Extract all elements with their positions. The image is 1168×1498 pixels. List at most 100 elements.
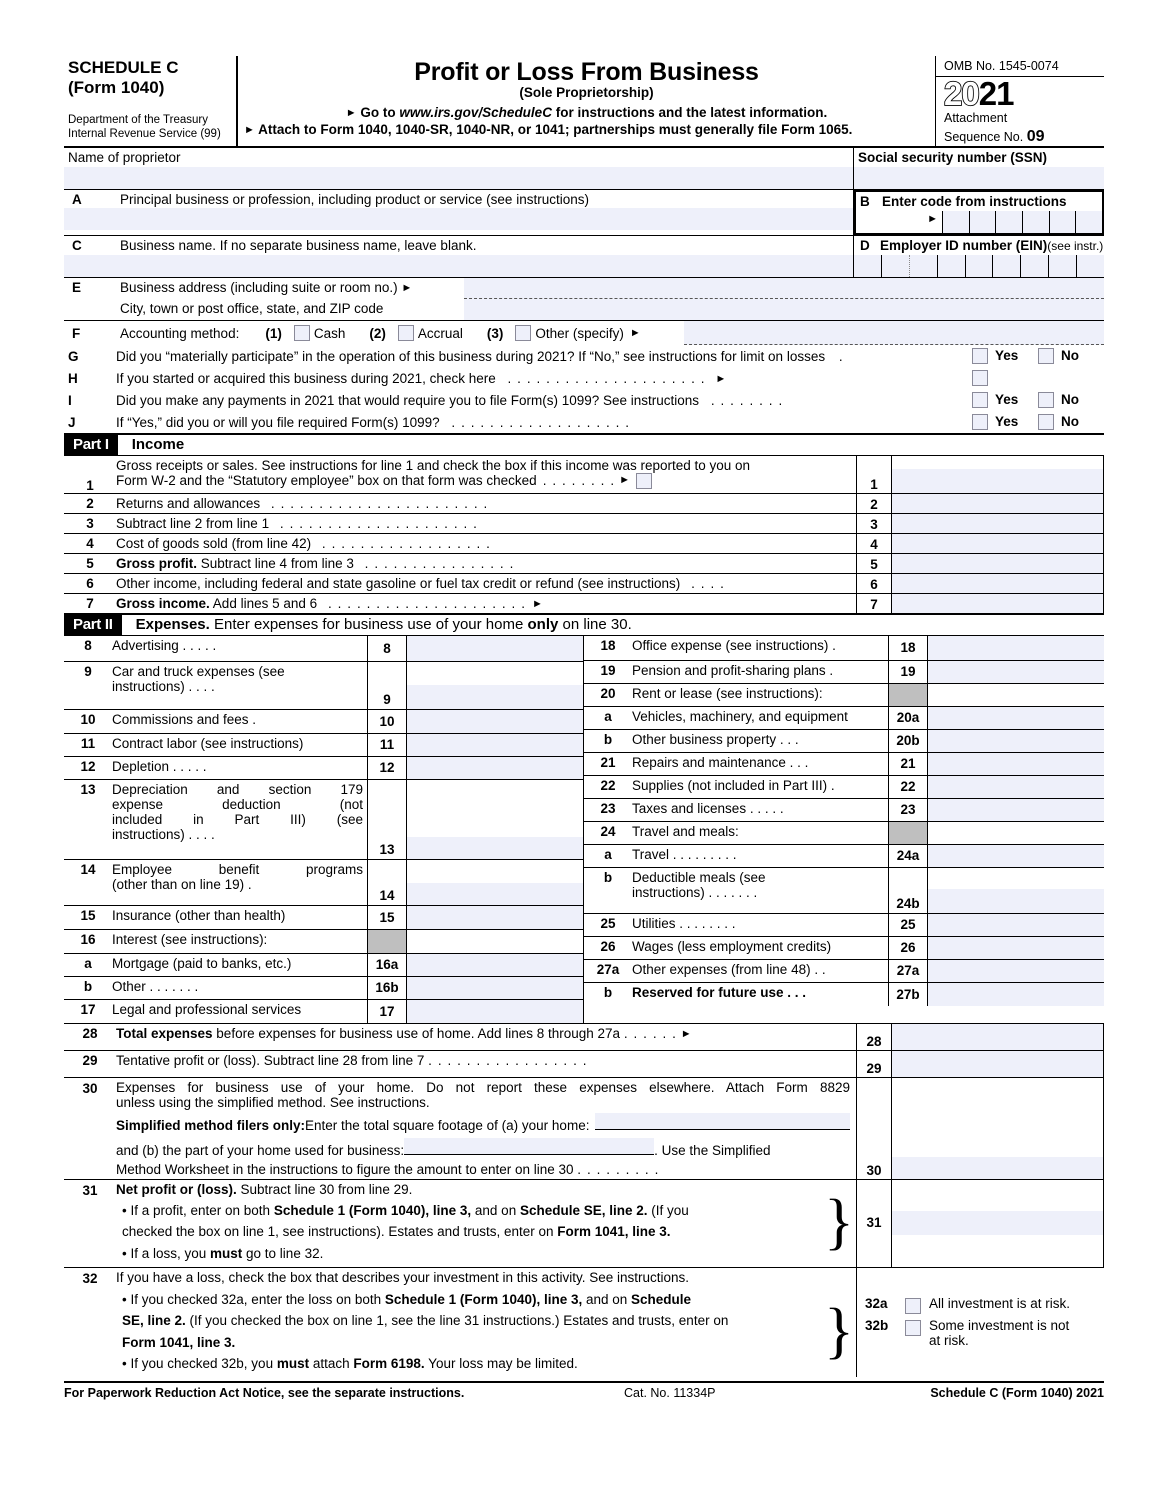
- home-sqft-input[interactable]: [595, 1112, 850, 1130]
- code-cell-1[interactable]: [942, 211, 969, 234]
- checkbox-other[interactable]: [515, 325, 532, 342]
- expense-input[interactable]: [407, 635, 583, 661]
- business-address-input[interactable]: [464, 277, 1104, 299]
- code-cell-5[interactable]: [1048, 211, 1076, 234]
- code-cell-3[interactable]: [995, 211, 1023, 234]
- i-yes-group[interactable]: Yes: [972, 391, 1038, 408]
- income-line-input[interactable]: [892, 533, 1104, 553]
- option-32a[interactable]: 32a All investment is at risk.: [865, 1296, 1104, 1315]
- line-30-input[interactable]: [892, 1156, 1103, 1179]
- other-method-input[interactable]: [684, 320, 1104, 345]
- income-line-text: Cost of goods sold (from line 42) . . . …: [116, 535, 491, 551]
- expense-input-field[interactable]: [407, 836, 583, 859]
- income-line-input[interactable]: [892, 493, 1104, 513]
- ein-cell-5[interactable]: [964, 254, 993, 277]
- expense-input-field[interactable]: [407, 882, 583, 905]
- j-no-group[interactable]: No: [1038, 413, 1104, 430]
- business-code-cells[interactable]: ►: [856, 211, 1103, 234]
- option-32b[interactable]: 32b Some investment is not at risk.: [865, 1318, 1104, 1348]
- ssn-input[interactable]: [854, 166, 1104, 189]
- checkbox-32b[interactable]: [905, 1320, 921, 1337]
- expense-input[interactable]: [928, 798, 1104, 821]
- expense-input[interactable]: [407, 953, 583, 976]
- code-cell-6[interactable]: [1075, 211, 1103, 234]
- expense-input[interactable]: [928, 959, 1104, 982]
- checkbox-j-no[interactable]: [1038, 413, 1054, 430]
- income-line-input[interactable]: [892, 455, 1104, 493]
- expense-input[interactable]: [407, 859, 583, 905]
- income-line-input[interactable]: [892, 573, 1104, 593]
- checkbox-g-no[interactable]: [1038, 347, 1054, 364]
- expense-input[interactable]: [928, 706, 1104, 729]
- ein-cell-7[interactable]: [1020, 254, 1049, 277]
- expense-input[interactable]: [928, 729, 1104, 752]
- checkbox-i-no[interactable]: [1038, 391, 1054, 408]
- ein-cell-9[interactable]: [1076, 254, 1105, 277]
- ein-cell-6[interactable]: [992, 254, 1021, 277]
- expense-line-number: 26: [600, 938, 616, 954]
- irs-url-link[interactable]: www.irs.gov/ScheduleC: [399, 105, 552, 120]
- expense-line-label: Mortgage (paid to banks, etc.): [112, 955, 292, 971]
- principal-business-input[interactable]: [64, 208, 853, 231]
- business-sqft-input[interactable]: [404, 1137, 655, 1155]
- city-state-zip-input[interactable]: [464, 298, 1104, 320]
- expense-input[interactable]: [928, 635, 1104, 660]
- checkbox-accrual[interactable]: [397, 325, 414, 342]
- expense-box-number: 24a: [888, 844, 928, 867]
- j-yes-group[interactable]: Yes: [972, 413, 1038, 430]
- g-yes-group[interactable]: Yes: [972, 347, 1038, 364]
- ein-cell-1[interactable]: [854, 254, 881, 277]
- field-h-label: H If you started or acquired this busines…: [64, 369, 972, 388]
- checkbox-g-yes[interactable]: [972, 347, 988, 364]
- income-line-input[interactable]: [892, 593, 1104, 613]
- expense-input[interactable]: [928, 775, 1104, 798]
- ein-cells[interactable]: [854, 254, 1105, 277]
- ein-cell-3[interactable]: [908, 254, 937, 277]
- expense-input[interactable]: [928, 752, 1104, 775]
- g-no-group[interactable]: No: [1038, 347, 1104, 364]
- checkbox-i-yes[interactable]: [972, 391, 988, 408]
- business-name-input[interactable]: [64, 254, 853, 277]
- income-line-input[interactable]: [892, 513, 1104, 533]
- ein-cell-2[interactable]: [880, 254, 909, 277]
- ein-cell-8[interactable]: [1048, 254, 1077, 277]
- income-line-input[interactable]: [892, 553, 1104, 573]
- code-cell-2[interactable]: [968, 211, 996, 234]
- i-no-group[interactable]: No: [1038, 391, 1104, 408]
- h-check-group[interactable]: [972, 369, 1038, 386]
- expense-input[interactable]: [928, 844, 1104, 867]
- part-1-name: Income: [131, 435, 185, 453]
- name-input[interactable]: [64, 166, 853, 189]
- expense-input[interactable]: [407, 733, 583, 756]
- expense-input[interactable]: [407, 709, 583, 733]
- checkbox-j-yes[interactable]: [972, 413, 988, 430]
- expense-input[interactable]: [407, 756, 583, 779]
- checkbox-cash[interactable]: [293, 325, 310, 342]
- expense-input[interactable]: [407, 976, 583, 999]
- line-29-input[interactable]: [892, 1050, 1104, 1077]
- checkbox-statutory-employee[interactable]: [636, 472, 653, 489]
- line-28-input[interactable]: [892, 1023, 1104, 1050]
- expense-input[interactable]: [407, 779, 583, 859]
- ein-cell-4[interactable]: [936, 254, 965, 277]
- expense-input[interactable]: [928, 913, 1104, 936]
- line-32-text: If you have a loss, check the box that d…: [116, 1268, 822, 1377]
- expense-input[interactable]: [407, 661, 583, 709]
- expense-input-field[interactable]: [928, 888, 1104, 913]
- expense-input[interactable]: [928, 936, 1104, 959]
- expense-input[interactable]: [928, 660, 1104, 683]
- expense-input[interactable]: [407, 905, 583, 929]
- header-right: OMB No. 1545-0074 2021 Attachment Sequen…: [936, 56, 1104, 146]
- code-cell-4[interactable]: [1022, 211, 1049, 234]
- income-line-input-field[interactable]: [892, 468, 1103, 493]
- expense-row: 17 Legal and professional services 17: [64, 999, 583, 1023]
- checkbox-h[interactable]: [972, 369, 988, 386]
- expense-input[interactable]: [407, 999, 583, 1023]
- triangle-right-icon: ►: [715, 372, 727, 385]
- expense-input-field[interactable]: [407, 684, 583, 709]
- checkbox-32a[interactable]: [905, 1298, 921, 1315]
- expense-input[interactable]: [928, 867, 1104, 913]
- line-31-input[interactable]: [892, 1211, 1103, 1236]
- line-32-number: 32: [82, 1270, 98, 1286]
- goto-prefix: Go to: [360, 105, 396, 120]
